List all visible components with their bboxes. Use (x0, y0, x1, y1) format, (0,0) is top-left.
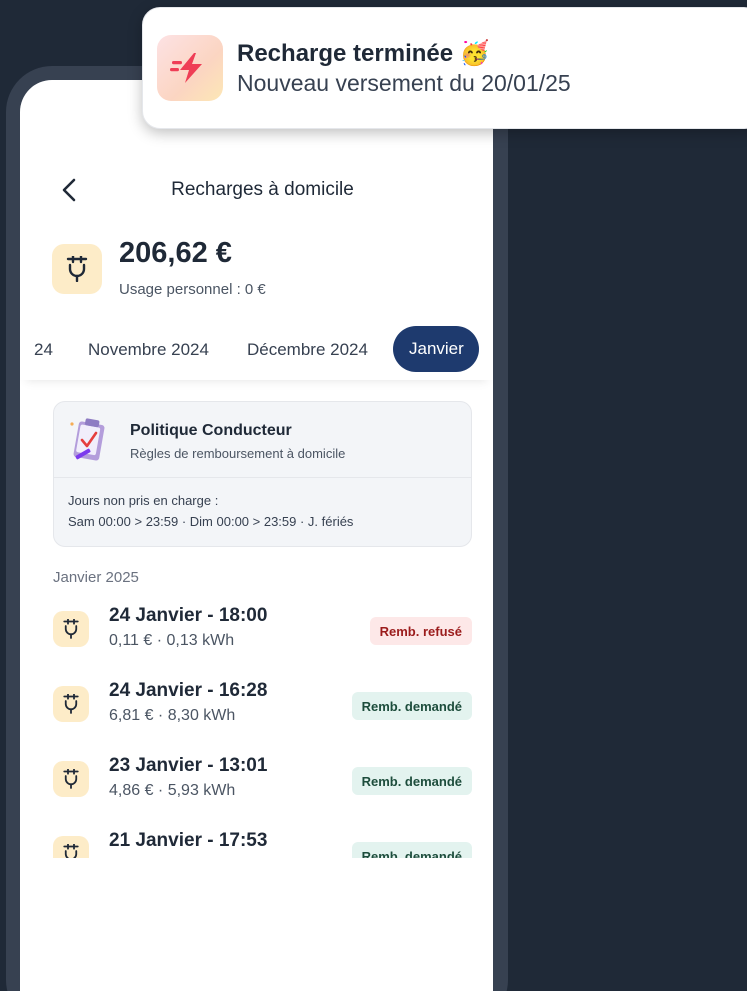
tab-november-2024[interactable]: Novembre 2024 (88, 340, 209, 360)
notification-banner[interactable]: Recharge terminée 🥳 Nouveau versement du… (142, 7, 747, 129)
item-details: 6,81 € · 8,30 kWh (109, 707, 236, 724)
policy-subtitle: Règles de remboursement à domicile (130, 446, 346, 461)
policy-card[interactable]: Politique Conducteur Règles de rembourse… (53, 401, 472, 547)
item-details: 0,11 € · 0,13 kWh (109, 632, 235, 649)
item-title: 24 Janvier - 18:00 (109, 605, 268, 626)
plug-icon (53, 611, 89, 647)
item-details: 4,86 € · 5,93 kWh (109, 782, 236, 799)
plug-icon (53, 761, 89, 797)
plug-icon (53, 686, 89, 722)
lightning-icon (157, 35, 223, 101)
tab-december-2024[interactable]: Décembre 2024 (247, 340, 368, 360)
list-item[interactable]: 24 Janvier - 18:00 0,11 € · 0,13 kWh Rem… (20, 605, 493, 665)
plug-icon (52, 244, 102, 294)
tab-previous[interactable]: 24 (34, 340, 53, 360)
list-item[interactable]: 23 Janvier - 13:01 4,86 € · 5,93 kWh Rem… (20, 755, 493, 815)
list-item[interactable]: 24 Janvier - 16:28 6,81 € · 8,30 kWh Rem… (20, 680, 493, 740)
page-title: Recharges à domicile (171, 179, 354, 200)
phone-screen: Recharges à domicile 206,62 € Usage pers… (20, 80, 493, 991)
policy-divider (54, 477, 471, 478)
personal-usage: Usage personnel : 0 € (119, 281, 266, 298)
excluded-days-label: Jours non pris en charge : (68, 493, 219, 508)
notification-subtitle: Nouveau versement du 20/01/25 (237, 70, 571, 96)
excluded-days: Sam 00:00 > 23:59 · Dim 00:00 > 23:59 · … (68, 514, 354, 529)
clipboard-icon (68, 416, 108, 464)
item-title: 24 Janvier - 16:28 (109, 680, 268, 701)
list-cutoff (20, 858, 493, 991)
section-month-label: Janvier 2025 (53, 569, 139, 586)
status-badge: Remb. demandé (351, 767, 472, 795)
screen-header: Recharges à domicile (20, 175, 493, 205)
total-amount: 206,62 € (119, 237, 232, 269)
notification-title: Recharge terminée 🥳 (237, 40, 490, 67)
item-title: 23 Janvier - 13:01 (109, 755, 268, 776)
status-badge: Remb. refusé (369, 617, 472, 645)
tab-january[interactable]: Janvier (393, 326, 479, 372)
status-badge: Remb. demandé (351, 692, 472, 720)
item-title: 21 Janvier - 17:53 (109, 830, 268, 851)
month-tabs: 24 Novembre 2024 Décembre 2024 Janvier (20, 324, 493, 380)
policy-title: Politique Conducteur (130, 422, 292, 439)
